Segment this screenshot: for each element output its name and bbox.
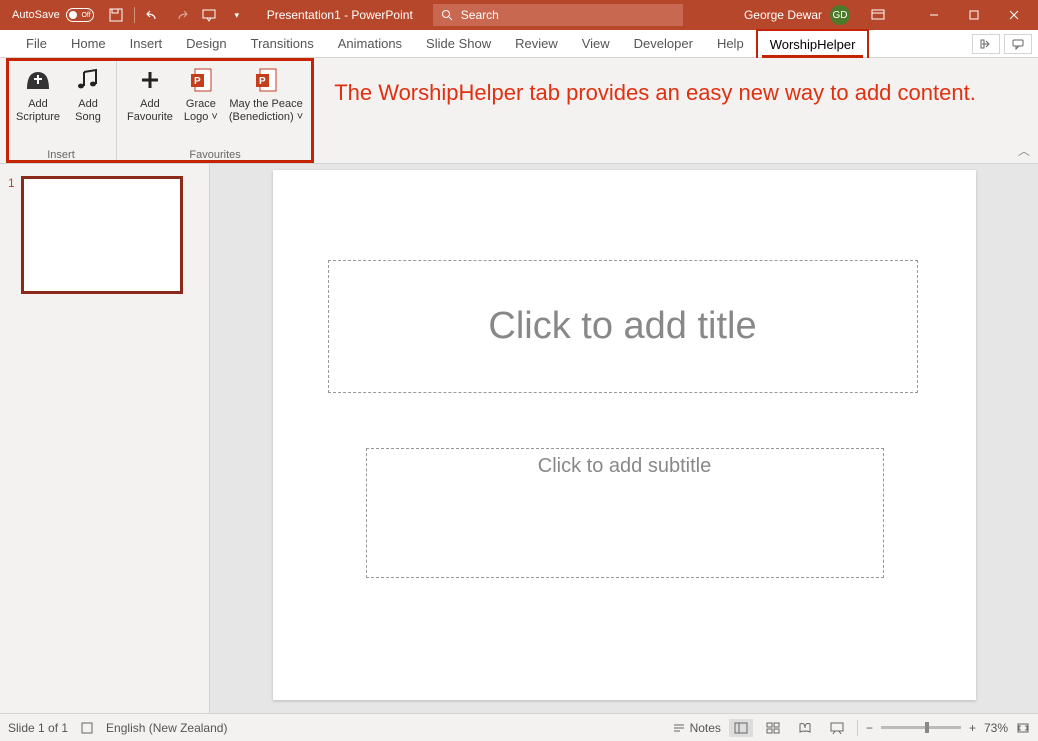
- search-icon: [441, 9, 453, 21]
- window-controls: [914, 0, 1034, 30]
- powerpoint-file-icon: P: [250, 64, 282, 96]
- present-icon[interactable]: [199, 5, 219, 25]
- redo-icon[interactable]: [171, 5, 191, 25]
- notes-button[interactable]: Notes: [672, 721, 721, 735]
- tab-design[interactable]: Design: [174, 30, 238, 57]
- ribbon-group-favourites: Add Favourite P Grace Logo ˅ P May the P…: [117, 58, 314, 163]
- user-name: George Dewar: [744, 8, 822, 22]
- ribbon-group-label: Favourites: [189, 149, 240, 161]
- minimize-button[interactable]: [914, 0, 954, 30]
- ribbon-group-insert: Add Scripture Add Song Insert: [6, 58, 117, 163]
- thumbnail-row[interactable]: 1: [8, 176, 201, 294]
- tab-review[interactable]: Review: [503, 30, 570, 57]
- grace-logo-button[interactable]: P Grace Logo ˅: [179, 62, 223, 149]
- save-icon[interactable]: [106, 5, 126, 25]
- document-title: Presentation1 - PowerPoint: [267, 8, 413, 22]
- slide-canvas[interactable]: Click to add title Click to add subtitle: [273, 170, 976, 700]
- fit-to-window-icon[interactable]: [1016, 722, 1030, 734]
- workspace: 1 Click to add title Click to add subtit…: [0, 164, 1038, 713]
- slide-number: 1: [8, 176, 15, 294]
- autosave-toggle[interactable]: AutoSave Off: [12, 8, 94, 22]
- slideshow-view-icon[interactable]: [825, 719, 849, 737]
- music-note-icon: [72, 64, 104, 96]
- ribbon-mode-icon[interactable]: [858, 0, 898, 30]
- search-input[interactable]: [461, 8, 675, 22]
- accessibility-icon[interactable]: [80, 721, 94, 735]
- title-bar: AutoSave Off ▾ Presentation1 - PowerPoin…: [0, 0, 1038, 30]
- zoom-level[interactable]: 73%: [984, 721, 1008, 735]
- slide-editor[interactable]: Click to add title Click to add subtitle: [210, 164, 1038, 713]
- plus-icon: [134, 64, 166, 96]
- tab-help[interactable]: Help: [705, 30, 756, 57]
- slide-counter[interactable]: Slide 1 of 1: [8, 721, 68, 735]
- comments-button[interactable]: [1004, 34, 1032, 54]
- search-box[interactable]: [433, 4, 683, 26]
- toggle-switch[interactable]: Off: [66, 8, 94, 22]
- tab-file[interactable]: File: [14, 30, 59, 57]
- svg-text:P: P: [194, 76, 201, 87]
- tab-developer[interactable]: Developer: [622, 30, 705, 57]
- normal-view-icon[interactable]: [729, 719, 753, 737]
- bible-icon: [22, 64, 54, 96]
- tab-insert[interactable]: Insert: [118, 30, 175, 57]
- title-placeholder[interactable]: Click to add title: [328, 260, 918, 393]
- quick-access-toolbar: ▾: [106, 5, 247, 25]
- tab-slideshow[interactable]: Slide Show: [414, 30, 503, 57]
- maximize-button[interactable]: [954, 0, 994, 30]
- add-scripture-button[interactable]: Add Scripture: [12, 62, 64, 149]
- tab-worshiphelper[interactable]: WorshipHelper: [756, 29, 870, 58]
- ribbon-group-label: Insert: [47, 149, 75, 161]
- subtitle-placeholder[interactable]: Click to add subtitle: [366, 448, 884, 578]
- ribbon-tabs: File Home Insert Design Transitions Anim…: [0, 30, 1038, 58]
- qat-more-icon[interactable]: ▾: [227, 5, 247, 25]
- tab-view[interactable]: View: [570, 30, 622, 57]
- sorter-view-icon[interactable]: [761, 719, 785, 737]
- annotation-text: The WorshipHelper tab provides an easy n…: [314, 58, 996, 163]
- share-button[interactable]: [972, 34, 1000, 54]
- autosave-label: AutoSave: [12, 9, 60, 21]
- ribbon: Add Scripture Add Song Insert Add Favour…: [0, 58, 1038, 164]
- tab-home[interactable]: Home: [59, 30, 118, 57]
- reading-view-icon[interactable]: [793, 719, 817, 737]
- user-area: George Dewar GD: [744, 0, 1034, 30]
- zoom-out-button[interactable]: −: [866, 721, 873, 735]
- zoom-slider[interactable]: [881, 726, 961, 729]
- powerpoint-file-icon: P: [185, 64, 217, 96]
- close-button[interactable]: [994, 0, 1034, 30]
- tab-transitions[interactable]: Transitions: [239, 30, 326, 57]
- language-status[interactable]: English (New Zealand): [106, 721, 227, 735]
- zoom-in-button[interactable]: +: [969, 721, 976, 735]
- collapse-ribbon-icon[interactable]: ︿: [1018, 142, 1030, 159]
- avatar[interactable]: GD: [830, 5, 850, 25]
- add-favourite-button[interactable]: Add Favourite: [123, 62, 177, 149]
- undo-icon[interactable]: [143, 5, 163, 25]
- slide-thumbnail[interactable]: [21, 176, 183, 294]
- status-bar: Slide 1 of 1 English (New Zealand) Notes…: [0, 713, 1038, 741]
- benediction-button[interactable]: P May the Peace (Benediction) ˅: [225, 62, 307, 149]
- tab-animations[interactable]: Animations: [326, 30, 414, 57]
- add-song-button[interactable]: Add Song: [66, 62, 110, 149]
- svg-text:P: P: [259, 76, 266, 87]
- slide-thumbnails-panel[interactable]: 1: [0, 164, 210, 713]
